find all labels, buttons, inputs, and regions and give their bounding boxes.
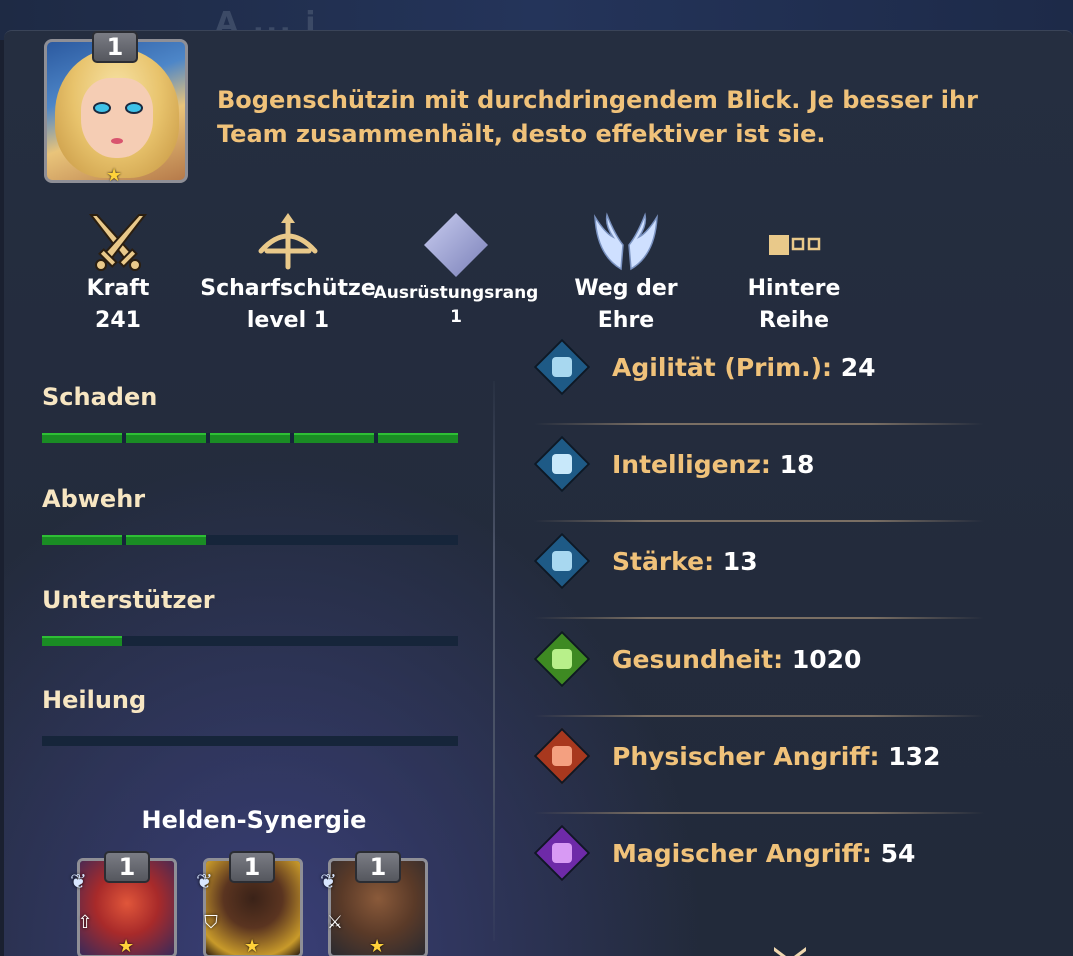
stat-value: 13 (722, 547, 758, 576)
magic-attack-icon (533, 824, 591, 882)
axe-icon: ⚔ (326, 912, 344, 933)
role-bar (42, 636, 458, 646)
synergy-hero-level: 1 (229, 851, 275, 883)
stat-separator (534, 423, 984, 425)
attribute-sharpshooter-label: Scharfschütze (200, 276, 376, 301)
attribute-power-value: 241 (95, 308, 141, 333)
health-icon (533, 630, 591, 688)
agility-icon (533, 338, 591, 396)
attribute-way-of-honor[interactable]: Weg der Ehre (544, 211, 708, 337)
shield-icon: ⛉ (204, 912, 218, 933)
role-bar-segment (210, 433, 290, 443)
attribute-way-label: Weg der Ehre (574, 276, 678, 333)
role-bar-segment (294, 433, 374, 443)
stat-value: 132 (888, 742, 941, 771)
hero-info-panel: 1 ★ Bogenschützin mit durchdringendem Bl… (4, 30, 1073, 956)
role-defense: Abwehr (42, 485, 458, 545)
intelligence-icon (533, 435, 591, 493)
strength-icon (533, 532, 591, 590)
stat-value: 24 (840, 353, 876, 382)
hero-description: Bogenschützin mit durchdringendem Blick.… (217, 86, 978, 148)
stat-physical-attack: Physischer Angriff: 132 (533, 727, 984, 825)
stat-magic-attack: Magischer Angriff: 54 (533, 824, 984, 922)
role-label: Heilung (42, 686, 147, 714)
role-bar (42, 535, 458, 545)
role-healing: Heilung (42, 686, 458, 746)
physical-attack-icon (533, 727, 591, 785)
role-bar-segment (126, 433, 206, 443)
role-bar (42, 736, 458, 746)
role-label: Abwehr (42, 485, 146, 513)
role-bar-segment (42, 535, 122, 545)
star-icon: ★ (118, 936, 135, 956)
column-divider (493, 381, 495, 941)
attribute-equipment-value: 1 (450, 307, 462, 327)
wings-icon: ❦ (70, 869, 87, 893)
attribute-position[interactable]: Hintere Reihe (712, 211, 876, 337)
role-bar-segment (378, 433, 458, 443)
attribute-position-label: Hintere Reihe (747, 276, 841, 333)
role-damage: Schaden (42, 383, 458, 443)
stat-separator (534, 617, 984, 619)
synergy-title: Helden-Synergie (141, 806, 367, 834)
star-icon: ★ (244, 936, 261, 956)
attribute-equipment-label: Ausrüstungsrang (373, 283, 539, 303)
role-label: Schaden (42, 383, 158, 411)
role-bar-segment (42, 636, 122, 646)
crossbow-icon (258, 213, 318, 270)
wings-icon: ❦ (196, 869, 213, 893)
role-bar-segment (126, 535, 206, 545)
stat-intelligence: Intelligenz: 18 (533, 435, 984, 533)
back-row-icon (769, 235, 821, 255)
stat-strength: Stärke: 13 (533, 532, 984, 630)
stat-value: 1020 (791, 645, 862, 674)
wings-icon: ❦ (320, 869, 337, 893)
star-icon: ★ (106, 165, 123, 186)
wings-icon (594, 212, 658, 271)
role-bar-segment (42, 433, 122, 443)
crossed-swords-icon (88, 214, 148, 271)
role-bar (42, 433, 458, 443)
chevron-down-icon[interactable] (770, 939, 810, 956)
stat-separator (534, 715, 984, 717)
stat-value: 54 (880, 839, 916, 868)
synergy-hero-level: 1 (104, 851, 150, 883)
attribute-sharpshooter[interactable]: Scharfschütze level 1 (200, 211, 376, 337)
arrow-up-icon: ⇧ (77, 912, 93, 933)
attribute-equipment-rank[interactable]: Ausrüstungsrang 1 (372, 211, 540, 329)
synergy-hero-level: 1 (355, 851, 401, 883)
role-label: Unterstützer (42, 586, 215, 614)
stat-separator (534, 812, 984, 814)
stat-value: 18 (779, 450, 815, 479)
stat-separator (534, 520, 984, 522)
attribute-power-label: Kraft (86, 276, 150, 301)
rank-diamond-icon (424, 213, 488, 277)
stat-health: Gesundheit: 1020 (533, 630, 984, 728)
role-support: Unterstützer (42, 586, 458, 646)
attribute-sharpshooter-value: level 1 (246, 308, 330, 333)
star-icon: ★ (369, 936, 386, 956)
stat-agility: Agilität (Prim.): 24 (533, 338, 984, 436)
attribute-power[interactable]: Kraft 241 (68, 211, 168, 337)
hero-level-badge: 1 (92, 31, 138, 63)
